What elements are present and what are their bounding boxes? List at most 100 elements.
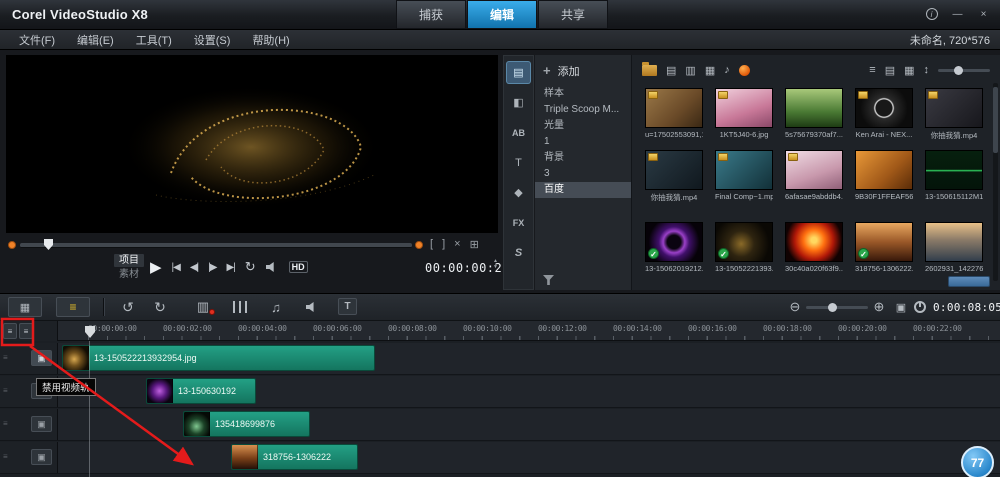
next-frame-icon[interactable]: |▶ (208, 262, 217, 273)
storyboard-view-icon[interactable]: ▦ (8, 297, 42, 317)
thumbnail-size-slider[interactable] (938, 65, 990, 75)
folder-item-triple-scoop[interactable]: Triple Scoop M... (535, 102, 631, 118)
mode-clip-button[interactable]: 素材 (114, 268, 144, 281)
media-thumbnail[interactable]: ✓ (855, 150, 913, 190)
gallery-item[interactable]: ✓ u=17502553091,1... (645, 88, 703, 139)
trim-handle-left[interactable] (8, 241, 16, 249)
media-thumbnail[interactable]: ✓ (645, 222, 703, 262)
3d-media-icon[interactable] (738, 64, 750, 76)
record-capture-icon[interactable]: ▥ (190, 296, 216, 318)
folder-item-background[interactable]: 背景 (535, 150, 631, 166)
delete-clip-icon[interactable]: × (454, 238, 460, 251)
mark-out-icon[interactable]: ] (442, 238, 445, 251)
track-handle-icon[interactable]: ≡ (3, 452, 8, 461)
info-icon[interactable]: i (923, 6, 940, 22)
overlay-track-icon[interactable]: ▣ (31, 449, 52, 465)
media-thumbnail[interactable]: ✓ (925, 150, 983, 190)
tab-capture[interactable]: 捕获 (396, 0, 466, 29)
media-thumbnail[interactable]: ✓ (925, 222, 983, 262)
undo-icon[interactable]: ↺ (116, 296, 140, 318)
import-folder-icon[interactable] (642, 61, 657, 76)
mark-in-icon[interactable]: [ (430, 238, 433, 251)
overlay-track-2[interactable]: ≡ ▣ 135418699876 (0, 409, 1000, 441)
gallery-item[interactable]: ✓ 你抽我猜.mp4 (925, 88, 983, 141)
track-handle-icon[interactable]: ≡ (3, 353, 8, 362)
nav-motion-path-icon[interactable]: S (507, 242, 530, 263)
preview-timecode[interactable]: 00:00:00:2 (425, 261, 502, 275)
menu-tools[interactable]: 工具(T) (125, 30, 183, 49)
media-thumbnail[interactable]: ✓ (855, 222, 913, 262)
gallery-vertical-scrollbar[interactable] (993, 83, 998, 281)
track-handle-icon[interactable]: ≡ (3, 386, 8, 395)
scrub-track[interactable] (20, 243, 412, 248)
gallery-item[interactable]: ✓ 318756-1306222... (855, 222, 913, 273)
tab-edit[interactable]: 编辑 (467, 0, 537, 29)
show-video-icon[interactable]: ▤ (666, 64, 676, 77)
zoom-slider-handle[interactable] (828, 303, 837, 312)
gallery-item[interactable]: ✓ 1KT5J40-6.jpg (715, 88, 773, 139)
media-thumbnail[interactable]: ✓ (715, 222, 773, 262)
timeline-view-icon[interactable]: ≡ (56, 297, 90, 317)
zoom-out-icon[interactable]: ⊖ (786, 297, 804, 317)
folder-item-samples[interactable]: 样本 (535, 86, 631, 102)
hd-preview-badge[interactable]: HD (288, 261, 308, 273)
nav-transition-icon[interactable]: AB (507, 122, 530, 143)
duration-clock-icon[interactable] (914, 301, 926, 313)
scrub-marker[interactable] (44, 239, 53, 250)
media-thumbnail[interactable]: ✓ (925, 88, 983, 128)
folder-item-1[interactable]: 1 (535, 134, 631, 150)
timeline-clip[interactable]: 318756-1306222 (231, 444, 358, 470)
play-icon[interactable]: ▶ (150, 258, 162, 276)
folder-item-3[interactable]: 3 (535, 166, 631, 182)
media-thumbnail[interactable]: ✓ (785, 150, 843, 190)
redo-icon[interactable]: ↻ (148, 296, 172, 318)
enlarge-preview-icon[interactable]: ⊞ (470, 238, 479, 251)
menu-file[interactable]: 文件(F) (8, 30, 66, 49)
timeline-clip[interactable]: 13-150522213932954.jpg (62, 345, 375, 371)
nav-graphic-icon[interactable]: ◆ (507, 182, 530, 203)
media-thumbnail[interactable]: ✓ (785, 222, 843, 262)
gallery-item[interactable]: ✓ 9B30F1FFEAF565... (855, 150, 913, 201)
add-track-icon[interactable]: ≡ (19, 323, 33, 339)
gallery-item[interactable]: ✓ Ken Arai - NEX... (855, 88, 913, 139)
timeline-zoom-slider[interactable] (806, 306, 868, 309)
fit-project-icon[interactable]: ▣ (892, 297, 910, 317)
timeline-clip[interactable]: 135418699876 (183, 411, 310, 437)
list-view-icon[interactable]: ≡ (869, 64, 875, 76)
volume-icon[interactable] (265, 262, 274, 272)
disable-video-track-icon[interactable]: ▣ (31, 350, 52, 366)
repeat-icon[interactable]: ↻ (245, 259, 256, 275)
media-thumbnail[interactable]: ✓ (645, 88, 703, 128)
slider-handle[interactable] (954, 65, 963, 75)
folder-item-baidu[interactable]: 百度 (535, 182, 631, 198)
tab-share[interactable]: 共享 (538, 0, 608, 29)
overlay-track-3[interactable]: ≡ ▣ 318756-1306222 (0, 442, 1000, 474)
go-start-icon[interactable]: |◀ (172, 262, 181, 273)
preview-video[interactable] (6, 55, 498, 233)
gallery-item[interactable]: ✓ 2602931_142276... (925, 222, 983, 273)
subtitle-editor-icon[interactable]: T (338, 298, 357, 315)
menu-help[interactable]: 帮助(H) (241, 30, 300, 49)
overlay-track-1[interactable]: ≡ ▣ 13-150630192 (0, 376, 1000, 408)
scrollbar-thumb[interactable] (993, 87, 998, 153)
go-end-icon[interactable]: ▶| (226, 262, 235, 273)
sound-mixer-icon[interactable] (228, 296, 252, 318)
sort-icon[interactable]: ↕ (924, 64, 930, 76)
minimize-icon[interactable]: — (949, 6, 966, 22)
folder-item-guangliang[interactable]: 光量 (535, 118, 631, 134)
video-track[interactable]: ≡ ▣ 13-150522213932954.jpg (0, 343, 1000, 375)
surround-sound-icon[interactable] (300, 296, 324, 318)
show-project-icon[interactable]: ▦ (705, 64, 715, 77)
track-manager-icon[interactable]: ≡ (3, 323, 17, 339)
media-thumbnail[interactable]: ✓ (855, 88, 913, 128)
gallery-item[interactable]: ✓ 你抽我猜.mp4 (645, 150, 703, 203)
media-thumbnail[interactable]: ✓ (715, 150, 773, 190)
nav-instant-project-icon[interactable]: ◧ (507, 92, 530, 113)
gallery-item[interactable]: ✓ 6afasae9abddb4... (785, 150, 843, 201)
nav-media-icon[interactable]: ▤ (507, 62, 530, 83)
close-icon[interactable]: × (975, 6, 992, 22)
gallery-item[interactable]: ✓ 30c40a020f63f9... (785, 222, 843, 273)
gallery-item[interactable]: ✓ Final Comp~1.mp4 (715, 150, 773, 201)
floating-overlay-badge[interactable]: 77 (961, 446, 994, 477)
zoom-in-icon[interactable]: ⊕ (870, 297, 888, 317)
